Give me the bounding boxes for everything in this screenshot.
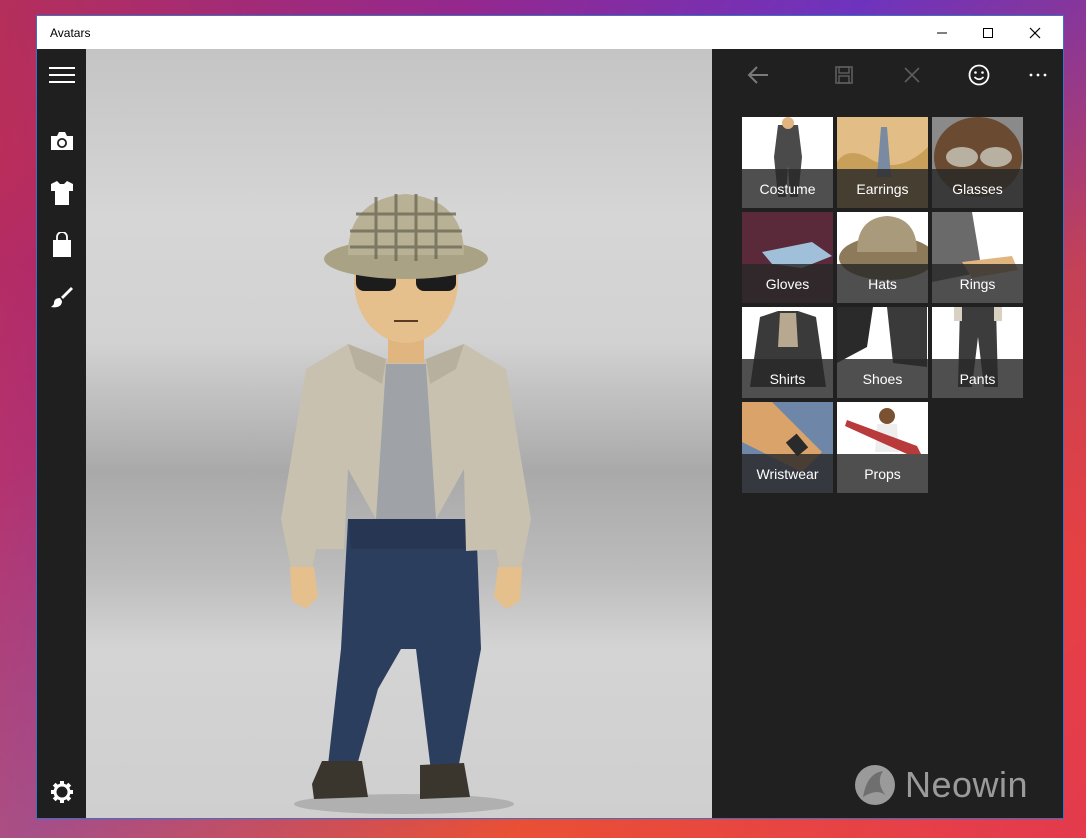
tile-props[interactable]: Props <box>837 402 928 493</box>
minimize-button[interactable] <box>919 16 965 49</box>
store-button[interactable] <box>37 223 86 267</box>
minimize-icon <box>937 32 947 33</box>
close-button[interactable] <box>1012 16 1058 49</box>
avatars-window: Avatars Costume Earrings Glasses Gloves … <box>37 16 1063 818</box>
tile-label: Costume <box>742 169 833 208</box>
back-arrow-icon <box>747 66 768 84</box>
gear-icon <box>50 781 73 803</box>
tile-wristwear[interactable]: Wristwear <box>742 402 833 493</box>
tile-label: Wristwear <box>742 454 833 493</box>
avatar-figure <box>281 194 531 814</box>
hamburger-button[interactable] <box>37 53 86 97</box>
more-icon <box>1029 73 1047 77</box>
more-button[interactable] <box>1016 57 1060 93</box>
window-title: Avatars <box>50 26 91 40</box>
tile-label: Pants <box>932 359 1023 398</box>
tile-glasses[interactable]: Glasses <box>932 117 1023 208</box>
close-icon <box>904 67 920 83</box>
tile-rings[interactable]: Rings <box>932 212 1023 303</box>
watermark-text: Neowin <box>905 764 1029 805</box>
tile-label: Props <box>837 454 928 493</box>
paintbrush-icon <box>50 287 73 308</box>
save-button[interactable] <box>822 57 866 93</box>
tile-costume[interactable]: Costume <box>742 117 833 208</box>
tile-label: Earrings <box>837 169 928 208</box>
maximize-icon <box>983 27 993 38</box>
save-icon <box>835 66 853 84</box>
tile-label: Gloves <box>742 264 833 303</box>
customization-panel: Costume Earrings Glasses Gloves Hats Rin… <box>712 49 1063 818</box>
camera-icon <box>50 132 73 150</box>
wardrobe-button[interactable] <box>37 171 86 215</box>
maximize-button[interactable] <box>965 16 1011 49</box>
tile-label: Shirts <box>742 359 833 398</box>
neowin-logo-icon <box>855 765 895 805</box>
nav-rail <box>37 49 86 818</box>
hamburger-icon <box>48 67 75 83</box>
camera-button[interactable] <box>37 119 86 163</box>
tile-hats[interactable]: Hats <box>837 212 928 303</box>
close-icon <box>1029 27 1041 38</box>
emote-button[interactable] <box>957 57 1001 93</box>
tile-label: Rings <box>932 264 1023 303</box>
back-button[interactable] <box>736 57 780 93</box>
tile-pants[interactable]: Pants <box>932 307 1023 398</box>
tile-label: Shoes <box>837 359 928 398</box>
tile-shirts[interactable]: Shirts <box>742 307 833 398</box>
tile-shoes[interactable]: Shoes <box>837 307 928 398</box>
tile-earrings[interactable]: Earrings <box>837 117 928 208</box>
tile-gloves[interactable]: Gloves <box>742 212 833 303</box>
tile-label: Hats <box>837 264 928 303</box>
neowin-watermark: Neowin <box>853 760 1033 810</box>
shopping-bag-icon <box>52 232 71 257</box>
shirt-icon <box>50 181 73 205</box>
style-button[interactable] <box>37 275 86 319</box>
cancel-button[interactable] <box>890 57 934 93</box>
title-bar: Avatars <box>37 16 1063 49</box>
tile-label: Glasses <box>932 169 1023 208</box>
avatar-stage[interactable] <box>86 49 712 818</box>
smiley-icon <box>968 64 990 86</box>
settings-button[interactable] <box>37 770 86 814</box>
